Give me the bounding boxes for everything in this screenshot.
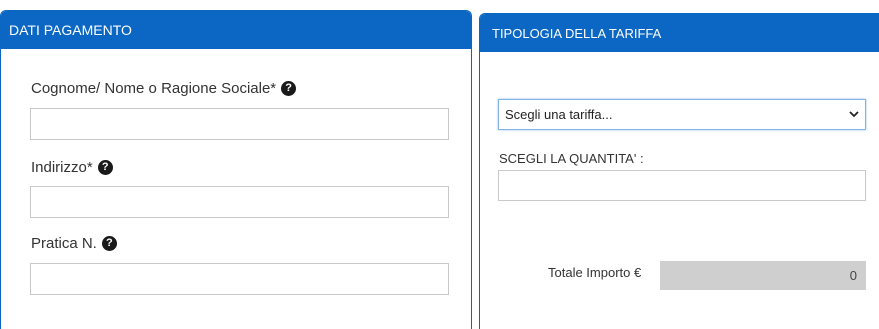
- name-input[interactable]: [30, 108, 449, 140]
- address-input[interactable]: [30, 186, 449, 218]
- field-label-address-text: Indirizzo*: [31, 159, 93, 176]
- quantity-label: SCEGLI LA QUANTITA' :: [499, 151, 644, 166]
- tariff-select[interactable]: Scegli una tariffa...: [498, 99, 866, 130]
- tariff-select-value: Scegli una tariffa...: [505, 107, 613, 122]
- field-label-practice-text: Pratica N.: [31, 235, 97, 252]
- quantity-input[interactable]: [498, 170, 866, 201]
- question-circle-icon[interactable]: ?: [97, 160, 113, 175]
- total-amount-field: 0: [660, 261, 866, 290]
- total-amount-label: Totale Importo €: [548, 265, 642, 280]
- field-label-name: Cognome/ Nome o Ragione Sociale* ?: [31, 80, 297, 97]
- tariff-panel-title: TIPOLOGIA DELLA TARIFFA: [480, 14, 879, 52]
- field-label-practice: Pratica N. ?: [31, 235, 117, 252]
- payment-panel-title: DATI PAGAMENTO: [1, 11, 471, 49]
- field-label-name-text: Cognome/ Nome o Ragione Sociale*: [31, 80, 277, 97]
- chevron-down-icon: [849, 111, 859, 118]
- question-circle-icon[interactable]: ?: [101, 236, 117, 251]
- field-label-address: Indirizzo* ?: [31, 159, 113, 176]
- practice-number-input[interactable]: [30, 263, 449, 295]
- question-circle-icon[interactable]: ?: [281, 81, 297, 96]
